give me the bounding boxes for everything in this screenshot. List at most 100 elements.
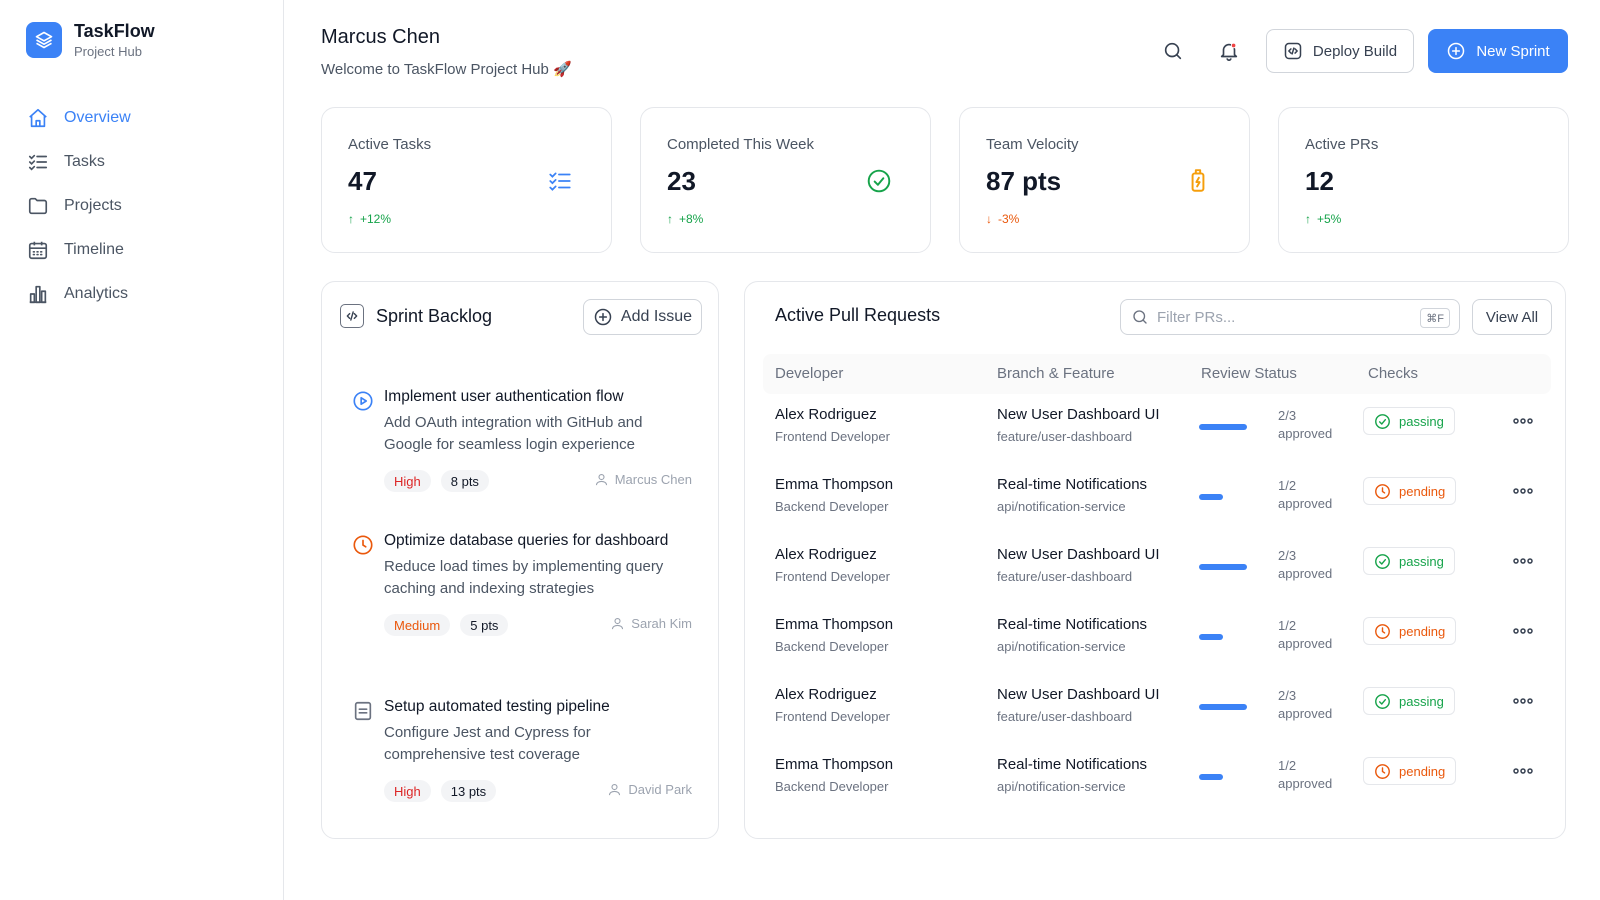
- table-row[interactable]: Emma Thompson Backend Developer Real-time …: [763, 475, 1551, 545]
- sidebar-item-projects[interactable]: Projects: [26, 184, 258, 228]
- more-options-icon[interactable]: [1508, 411, 1538, 431]
- check-status-label: passing: [1399, 553, 1444, 569]
- task-description: Configure Jest and Cypress for comprehen…: [384, 724, 591, 763]
- developer-cell: Emma Thompson Backend Developer: [775, 615, 893, 656]
- plus-circle-icon: [594, 308, 612, 326]
- review-progress-bar: [1199, 704, 1247, 710]
- arrow-up-icon: ↑: [667, 212, 673, 226]
- calendar-icon: [26, 238, 50, 262]
- folder-icon: [26, 194, 50, 218]
- check-circle-icon: [864, 166, 894, 196]
- stat-label: Completed This Week: [667, 136, 815, 153]
- task-description: Add OAuth integration with GitHub and Go…: [384, 414, 643, 453]
- stat-card-velocity: Team Velocity 87 pts ↓ -3%: [959, 107, 1250, 253]
- add-issue-label: Add Issue: [620, 308, 693, 325]
- review-word: approved: [1278, 636, 1333, 651]
- sprint-backlog-panel: Sprint Backlog Add Issue Implement user …: [321, 281, 719, 839]
- developer-cell: Emma Thompson Backend Developer: [775, 475, 893, 516]
- clock-icon: [1375, 483, 1390, 499]
- filter-prs-field[interactable]: ⌘F: [1120, 299, 1460, 335]
- sidebar-item-label: Tasks: [64, 153, 105, 170]
- developer-cell: Alex Rodriguez Frontend Developer: [775, 685, 890, 726]
- backlog-task[interactable]: Optimize database queries for dashboard …: [352, 530, 692, 636]
- panel-title: Active Pull Requests: [775, 305, 941, 325]
- pull-requests-panel: Active Pull Requests ⌘F View All Develop…: [744, 281, 1566, 839]
- check-circle-icon: [1375, 693, 1390, 709]
- assignee-name: Marcus Chen: [614, 472, 692, 487]
- check-circle-icon: [1375, 553, 1390, 569]
- feature-name: Real-time Notifications: [997, 616, 1148, 633]
- column-header-checks: Checks: [1368, 365, 1419, 382]
- shortcut-hint: ⌘F: [1420, 308, 1450, 328]
- table-row[interactable]: Emma Thompson Backend Developer Real-time …: [763, 615, 1551, 685]
- deploy-build-button[interactable]: Deploy Build: [1266, 29, 1414, 73]
- battery-charging-icon: [1183, 166, 1213, 196]
- backlog-task[interactable]: Implement user authentication flow Add O…: [352, 386, 692, 492]
- developer-name: Emma Thompson: [775, 756, 894, 773]
- search-icon[interactable]: [1158, 36, 1188, 66]
- task-title: Optimize database queries for dashboard: [384, 532, 669, 549]
- review-status: 2/3 approved: [1278, 407, 1348, 443]
- sidebar-item-timeline[interactable]: Timeline: [26, 228, 258, 272]
- developer-name: Emma Thompson: [775, 616, 894, 633]
- review-progress-bar: [1199, 774, 1223, 780]
- stat-value: 87 pts: [986, 166, 1062, 196]
- new-sprint-button[interactable]: New Sprint: [1428, 29, 1568, 73]
- page-title: Marcus Chen: [321, 26, 440, 48]
- branch-cell: New User Dashboard UI feature/user-dashbo…: [997, 405, 1160, 446]
- developer-cell: Alex Rodriguez Frontend Developer: [775, 545, 890, 586]
- check-circle-icon: [1375, 413, 1390, 429]
- check-status-label: pending: [1399, 763, 1446, 779]
- clock-icon: [1375, 763, 1390, 779]
- home-icon: [26, 106, 50, 130]
- backlog-task[interactable]: Setup automated testing pipeline Configu…: [352, 696, 692, 802]
- developer-name: Alex Rodriguez: [775, 406, 877, 423]
- developer-name: Alex Rodriguez: [775, 546, 877, 563]
- view-all-button[interactable]: View All: [1472, 299, 1552, 335]
- review-status: 1/2 approved: [1278, 757, 1348, 793]
- more-options-icon[interactable]: [1508, 481, 1538, 501]
- priority-badge: Medium: [384, 614, 451, 636]
- user-icon: [612, 617, 624, 630]
- developer-cell: Emma Thompson Backend Developer: [775, 755, 893, 796]
- filter-prs-input[interactable]: [1157, 308, 1397, 326]
- stat-trend-value: +8%: [679, 212, 704, 226]
- table-row[interactable]: Emma Thompson Backend Developer Real-time …: [763, 755, 1551, 825]
- stat-label: Active Tasks: [348, 136, 432, 153]
- more-options-icon[interactable]: [1508, 621, 1538, 641]
- more-options-icon[interactable]: [1508, 551, 1538, 571]
- stat-card-active-prs: Active PRs 12 ↑ +5%: [1278, 107, 1569, 253]
- check-status-label: passing: [1399, 693, 1444, 709]
- developer-role: Frontend Developer: [775, 709, 890, 724]
- add-issue-button[interactable]: Add Issue: [583, 299, 702, 335]
- sidebar-item-overview[interactable]: Overview: [26, 96, 258, 140]
- clock-icon: [352, 534, 374, 556]
- review-status: 2/3 approved: [1278, 687, 1348, 723]
- brand[interactable]: TaskFlow Project Hub: [26, 20, 155, 59]
- sidebar-item-tasks[interactable]: Tasks: [26, 140, 258, 184]
- arrow-up-icon: ↑: [1305, 212, 1311, 226]
- panel-title-text: Sprint Backlog: [376, 305, 493, 326]
- table-row[interactable]: Alex Rodriguez Frontend Developer New User…: [763, 685, 1551, 755]
- table-row[interactable]: Alex Rodriguez Frontend Developer New User…: [763, 405, 1551, 475]
- sidebar-item-analytics[interactable]: Analytics: [26, 272, 258, 316]
- list-check-icon: [26, 150, 50, 174]
- stat-trend: ↓ -3%: [986, 212, 1019, 226]
- branch-name: feature/user-dashboard: [997, 429, 1133, 444]
- panel-title: Sprint Backlog: [340, 304, 492, 328]
- feature-name: Real-time Notifications: [997, 476, 1148, 493]
- review-status: 1/2 approved: [1278, 477, 1348, 513]
- stat-card-completed: Completed This Week 23 ↑ +8%: [640, 107, 931, 253]
- points-badge: 5 pts: [460, 614, 509, 636]
- review-word: approved: [1278, 426, 1333, 441]
- more-options-icon[interactable]: [1508, 761, 1538, 781]
- developer-role: Backend Developer: [775, 499, 889, 514]
- review-fraction: 1/2: [1278, 618, 1297, 633]
- table-row[interactable]: Alex Rodriguez Frontend Developer New User…: [763, 545, 1551, 615]
- developer-role: Frontend Developer: [775, 429, 890, 444]
- bell-icon[interactable]: [1214, 36, 1244, 66]
- user-icon: [609, 783, 621, 796]
- check-status-label: pending: [1399, 483, 1446, 499]
- more-options-icon[interactable]: [1508, 691, 1538, 711]
- review-fraction: 1/2: [1278, 758, 1297, 773]
